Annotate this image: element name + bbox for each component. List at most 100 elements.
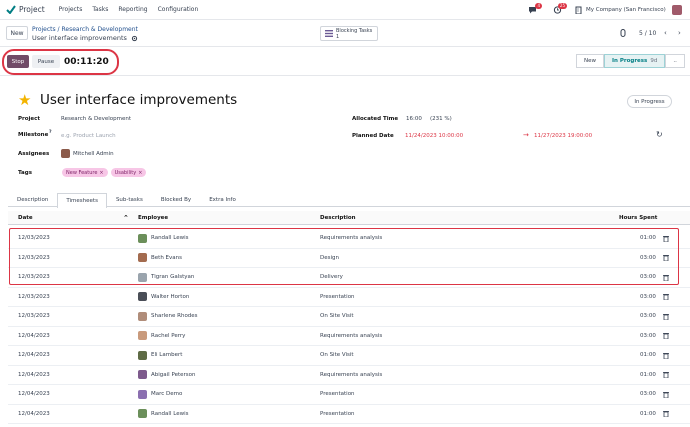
row-hours[interactable]: 01:00 xyxy=(640,372,656,378)
company-name[interactable]: My Company (San Francisco) xyxy=(586,7,666,13)
assignee-chip[interactable]: Mitchell Admin xyxy=(61,149,114,158)
stage-in-progress-days: 9d xyxy=(650,58,658,64)
row-employee[interactable]: Rachel Perry xyxy=(151,333,185,339)
tab-description[interactable]: Description xyxy=(8,193,57,206)
row-hours[interactable]: 01:00 xyxy=(640,411,656,417)
row-hours[interactable]: 03:00 xyxy=(640,391,656,397)
row-employee[interactable]: Abigail Peterson xyxy=(151,372,195,378)
breadcrumb-current: User interface improvements xyxy=(32,34,138,42)
table-row[interactable]: 12/04/2023 Abigail Peterson Requirements a… xyxy=(8,366,690,385)
menu-projects[interactable]: Projects xyxy=(59,6,83,13)
planned-start-field[interactable]: 11/24/2023 10:00:00 xyxy=(405,133,463,139)
tag-chip[interactable]: Usability × xyxy=(110,168,147,177)
task-status-button[interactable]: In Progress xyxy=(627,95,672,108)
milestone-field[interactable]: e.g. Product Launch xyxy=(61,133,116,139)
close-icon[interactable]: × xyxy=(99,170,103,176)
help-icon[interactable]: ? xyxy=(49,130,52,135)
paperclip-icon xyxy=(620,29,626,37)
company-switcher[interactable] xyxy=(575,6,582,16)
gear-icon[interactable] xyxy=(131,35,138,42)
row-description[interactable]: Presentation xyxy=(320,391,355,397)
tab-extra-info[interactable]: Extra Info xyxy=(200,193,245,206)
tab-blocked-by[interactable]: Blocked By xyxy=(152,193,200,206)
priority-star-icon[interactable]: ★ xyxy=(18,91,31,109)
pager-next-icon[interactable]: › xyxy=(678,29,681,37)
trash-icon[interactable] xyxy=(663,352,669,359)
top-navbar: Project Projects Tasks Reporting Configu… xyxy=(0,0,690,20)
row-description[interactable]: Requirements analysis xyxy=(320,372,382,378)
row-hours[interactable]: 03:00 xyxy=(640,313,656,319)
menu-tasks[interactable]: Tasks xyxy=(92,6,108,13)
row-employee[interactable]: Marc Demo xyxy=(151,391,182,397)
row-date[interactable]: 12/04/2023 xyxy=(18,391,50,397)
column-employee[interactable]: Employee xyxy=(138,215,168,221)
row-date[interactable]: 12/04/2023 xyxy=(18,333,50,339)
table-row[interactable]: 12/04/2023 Marc Demo Presentation 03:00 xyxy=(8,385,690,405)
row-employee[interactable]: Sharlene Rhodes xyxy=(151,313,198,319)
close-icon[interactable]: × xyxy=(138,170,142,176)
row-description[interactable]: On Site Visit xyxy=(320,352,354,358)
row-hours[interactable]: 01:00 xyxy=(640,352,656,358)
attachment-button[interactable] xyxy=(620,29,626,39)
timer-highlight-ring xyxy=(2,49,119,75)
stage-new[interactable]: New xyxy=(576,54,604,68)
row-description[interactable]: Requirements analysis xyxy=(320,333,382,339)
table-row[interactable]: 12/03/2023 Walter Horton Presentation 03:00 xyxy=(8,288,690,307)
row-hours[interactable]: 03:00 xyxy=(640,294,656,300)
employee-avatar xyxy=(138,292,147,302)
trash-icon[interactable] xyxy=(663,332,669,340)
row-date[interactable]: 12/03/2023 xyxy=(18,294,50,300)
row-date[interactable]: 12/04/2023 xyxy=(18,352,50,358)
table-row[interactable]: 12/04/2023 Rachel Perry Requirements analy… xyxy=(8,327,690,346)
row-date[interactable]: 12/03/2023 xyxy=(18,313,50,319)
row-date[interactable]: 12/04/2023 xyxy=(18,372,50,378)
activity-button[interactable]: 25 xyxy=(553,3,567,16)
trash-icon[interactable] xyxy=(663,410,669,418)
chat-button[interactable]: 4 xyxy=(528,3,542,16)
table-row[interactable]: 12/04/2023 Eli Lambert On Site Visit 01:00 xyxy=(8,346,690,366)
employee-avatar xyxy=(138,350,147,360)
tags-field[interactable]: New Feature × Usability × xyxy=(62,168,149,177)
stage-more-button[interactable]: .. xyxy=(665,54,685,68)
table-row[interactable]: 12/03/2023 Sharlene Rhodes On Site Visit 03… xyxy=(8,307,690,327)
new-button[interactable]: New xyxy=(6,26,28,40)
row-description[interactable]: On Site Visit xyxy=(320,313,354,319)
row-hours[interactable]: 03:00 xyxy=(640,333,656,339)
table-row[interactable]: 12/04/2023 Randall Lewis Presentation 01:00 xyxy=(8,405,690,424)
task-title[interactable]: User interface improvements xyxy=(40,92,237,108)
tag-chip[interactable]: New Feature × xyxy=(62,168,108,177)
row-employee[interactable]: Walter Horton xyxy=(151,294,189,300)
trash-icon[interactable] xyxy=(663,371,669,379)
tab-timesheets[interactable]: Timesheets xyxy=(57,193,107,208)
notebook-tabs: Description Timesheets Sub-tasks Blocked… xyxy=(8,193,690,208)
planned-end-field[interactable]: 11/27/2023 19:00:00 xyxy=(534,133,592,139)
blocking-tasks-count: 1 xyxy=(336,33,340,40)
stage-in-progress[interactable]: In Progress 9d xyxy=(604,54,666,68)
row-description[interactable]: Presentation xyxy=(320,294,355,300)
row-description[interactable]: Presentation xyxy=(320,411,355,417)
column-date[interactable]: Date xyxy=(18,215,33,221)
breadcrumb-parent[interactable]: Projects / Research & Development xyxy=(32,26,138,33)
allocated-time-field[interactable]: 16:00 xyxy=(406,116,422,122)
trash-icon[interactable] xyxy=(663,293,669,301)
refresh-icon[interactable]: ↻ xyxy=(656,130,663,139)
app-brand[interactable]: Project xyxy=(6,5,45,14)
trash-icon[interactable] xyxy=(663,313,669,320)
sort-up-icon[interactable]: ⌃ xyxy=(123,214,129,222)
menu-configuration[interactable]: Configuration xyxy=(158,6,199,13)
pager-prev-icon[interactable]: ‹ xyxy=(664,29,667,37)
row-date[interactable]: 12/04/2023 xyxy=(18,411,50,417)
tags-label: Tags xyxy=(18,170,32,176)
menu-reporting[interactable]: Reporting xyxy=(118,6,147,13)
column-description[interactable]: Description xyxy=(320,215,356,221)
trash-icon[interactable] xyxy=(663,391,669,398)
column-hours-spent[interactable]: Hours Spent xyxy=(619,215,657,221)
user-avatar[interactable] xyxy=(672,5,682,15)
pager-value[interactable]: 5 / 10 xyxy=(639,30,656,37)
tab-sub-tasks[interactable]: Sub-tasks xyxy=(107,193,152,206)
list-icon xyxy=(325,30,333,37)
row-employee[interactable]: Randall Lewis xyxy=(151,411,188,417)
project-field[interactable]: Research & Development xyxy=(61,116,131,122)
row-employee[interactable]: Eli Lambert xyxy=(151,352,182,358)
blocking-tasks-button[interactable]: Blocking Tasks 1 xyxy=(320,26,378,41)
